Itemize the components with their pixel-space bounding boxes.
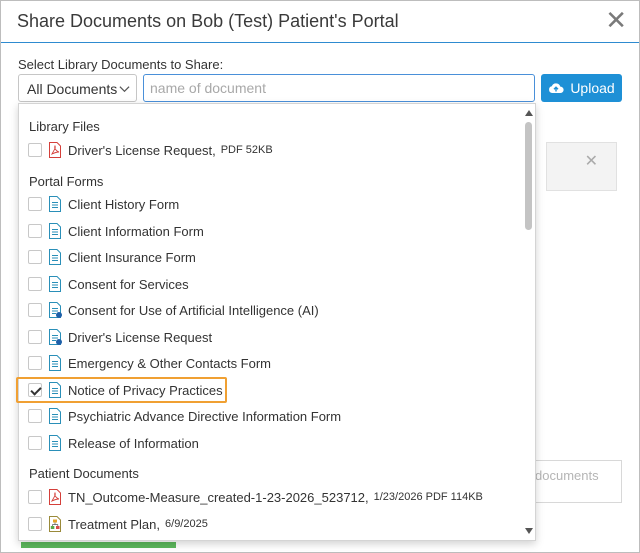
list-item[interactable]: Client Insurance Form bbox=[28, 246, 518, 268]
item-label: Client History Form bbox=[68, 196, 180, 212]
list-item[interactable]: Consent for Services bbox=[28, 273, 518, 295]
checkbox[interactable] bbox=[28, 303, 42, 317]
dialog-header: Share Documents on Bob (Test) Patient's … bbox=[1, 1, 639, 43]
form-icon bbox=[49, 223, 61, 239]
drop-zone[interactable]: documents bbox=[521, 460, 622, 503]
item-label: Client Information Form bbox=[68, 223, 204, 239]
checkbox[interactable] bbox=[28, 436, 42, 450]
select-documents-label: Select Library Documents to Share: bbox=[18, 57, 224, 72]
form-sign-icon bbox=[49, 302, 62, 318]
checkbox[interactable] bbox=[28, 490, 42, 504]
selection-highlight bbox=[16, 377, 227, 403]
form-icon bbox=[49, 408, 61, 424]
checkbox[interactable] bbox=[28, 197, 42, 211]
list-item[interactable]: Emergency & Other Contacts Form bbox=[28, 352, 518, 374]
shared-document-card: ✕ bbox=[546, 142, 617, 191]
item-label: Treatment Plan, bbox=[68, 516, 161, 532]
list-item[interactable]: Client History Form bbox=[28, 193, 518, 215]
pdf-icon bbox=[49, 142, 61, 158]
share-documents-dialog: Share Documents on Bob (Test) Patient's … bbox=[0, 0, 640, 553]
item-label: Consent for Services bbox=[68, 276, 189, 292]
scroll-down-arrow-icon[interactable] bbox=[525, 528, 533, 534]
item-label: TN_Outcome-Measure_created-1-23-2026_523… bbox=[68, 489, 369, 505]
list-item[interactable]: Driver's License Request bbox=[28, 326, 518, 348]
checkbox[interactable] bbox=[28, 250, 42, 264]
group-header-portal-forms: Portal Forms bbox=[29, 174, 104, 189]
list-item[interactable]: TN_Outcome-Measure_created-1-23-2026_523… bbox=[28, 486, 518, 508]
document-dropdown-list[interactable]: Library Files Driver's License Request, … bbox=[18, 103, 536, 541]
item-meta: PDF 52KB bbox=[220, 144, 273, 156]
document-filter-select[interactable]: All Documents bbox=[18, 74, 137, 102]
pdf-icon bbox=[49, 489, 61, 505]
form-icon bbox=[49, 196, 61, 212]
list-item[interactable]: Driver's License Request, PDF 52KB bbox=[28, 139, 518, 161]
form-icon bbox=[49, 276, 61, 292]
cloud-upload-icon bbox=[549, 83, 564, 93]
group-header-patient-documents: Patient Documents bbox=[29, 466, 139, 481]
list-item[interactable]: Treatment Plan, 6/9/2025 bbox=[28, 513, 518, 535]
treatment-plan-icon bbox=[49, 516, 61, 532]
item-label: Driver's License Request, bbox=[68, 142, 216, 158]
item-meta: 1/23/2026 PDF 114KB bbox=[373, 491, 483, 503]
form-sign-icon bbox=[49, 329, 62, 345]
share-button-edge[interactable] bbox=[21, 542, 176, 548]
upload-button[interactable]: Upload bbox=[541, 74, 622, 102]
item-label: Client Insurance Form bbox=[68, 249, 196, 265]
list-item[interactable]: Psychiatric Advance Directive Informatio… bbox=[28, 405, 518, 427]
group-header-library-files: Library Files bbox=[29, 119, 100, 134]
form-icon bbox=[49, 355, 61, 371]
remove-icon[interactable]: ✕ bbox=[585, 151, 598, 171]
upload-label: Upload bbox=[570, 80, 615, 96]
list-scrollbar[interactable] bbox=[522, 104, 535, 540]
form-icon bbox=[49, 249, 61, 265]
checkbox[interactable] bbox=[28, 330, 42, 344]
chevron-down-icon bbox=[119, 86, 130, 93]
checkbox[interactable] bbox=[28, 409, 42, 423]
close-icon[interactable]: ✕ bbox=[605, 7, 627, 33]
checkbox[interactable] bbox=[28, 224, 42, 238]
item-label: Psychiatric Advance Directive Informatio… bbox=[68, 408, 342, 424]
item-meta: 6/9/2025 bbox=[165, 518, 208, 530]
item-label: Emergency & Other Contacts Form bbox=[68, 355, 272, 371]
checkbox[interactable] bbox=[28, 277, 42, 291]
document-search-input[interactable] bbox=[143, 74, 535, 102]
drop-zone-text: documents bbox=[535, 468, 599, 483]
scroll-up-arrow-icon[interactable] bbox=[525, 110, 533, 116]
checkbox[interactable] bbox=[28, 517, 42, 531]
dialog-title: Share Documents on Bob (Test) Patient's … bbox=[17, 11, 399, 31]
list-item[interactable]: Consent for Use of Artificial Intelligen… bbox=[28, 299, 518, 321]
item-label: Release of Information bbox=[68, 435, 199, 451]
scroll-thumb[interactable] bbox=[525, 122, 532, 230]
document-filter-value: All Documents bbox=[27, 81, 118, 97]
checkbox[interactable] bbox=[28, 143, 42, 157]
checkbox[interactable] bbox=[28, 356, 42, 370]
item-label: Driver's License Request bbox=[68, 329, 213, 345]
item-label: Consent for Use of Artificial Intelligen… bbox=[68, 302, 319, 318]
form-icon bbox=[49, 435, 61, 451]
list-item[interactable]: Client Information Form bbox=[28, 220, 518, 242]
list-item[interactable]: Release of Information bbox=[28, 432, 518, 454]
